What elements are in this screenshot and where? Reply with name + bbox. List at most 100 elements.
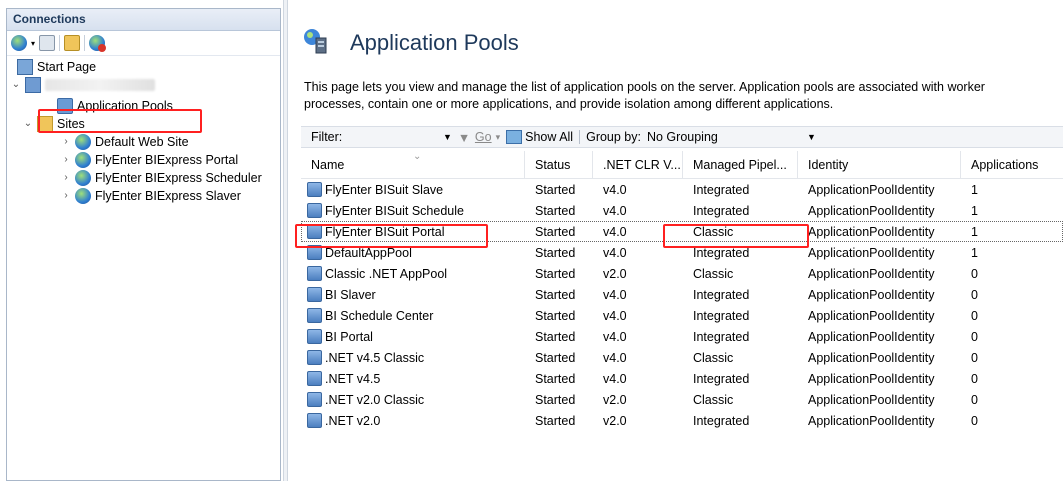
up-folder-icon[interactable] [64,35,81,51]
cell-name: Classic .NET AppPool [301,266,525,281]
group-by-select[interactable]: No Grouping [647,130,807,144]
table-body: FlyEnter BISuit Slave Started v4.0 Integrat… [301,179,1063,431]
column-header-pipeline[interactable]: Managed Pipel... [683,151,798,178]
cell-identity: ApplicationPoolIdentity [808,245,935,260]
application-pools-title-icon [304,29,327,54]
site-globe-icon [75,170,91,186]
tree-application-pools[interactable]: Application Pools [57,97,173,115]
connect-globe-icon[interactable] [11,35,27,51]
cell-status: Started [535,224,576,239]
funnel-icon: ▼ [457,131,471,145]
collapse-chevron-icon[interactable]: ⌄ [23,115,33,133]
group-by-label: Group by: [586,130,641,144]
cell-clr-version: v2.0 [603,266,627,281]
table-row[interactable]: BI Portal Started v4.0 Integrated Applicatio… [301,326,1063,347]
table-row[interactable]: .NET v2.0 Started v2.0 Integrated Applicatio… [301,410,1063,431]
start-page-label: Start Page [37,60,97,74]
tree-site-item[interactable]: › FlyEnter BIExpress Portal [61,151,238,169]
table-row[interactable]: BI Slaver Started v4.0 Integrated Applicatio… [301,284,1063,305]
tree-sites[interactable]: ⌄ Sites [23,115,85,133]
group-by-dropdown-icon[interactable]: ▼ [807,132,816,142]
app-pool-name: Classic .NET AppPool [325,266,448,281]
toolbar-separator [59,35,61,51]
filter-dropdown-icon[interactable]: ▼ [443,132,452,142]
cell-status: Started [535,308,576,323]
cell-pipeline: Classic [693,266,734,281]
cell-status: Started [535,392,576,407]
cell-name: BI Slaver [301,287,525,302]
cell-name: .NET v4.5 [301,371,525,386]
page-title: Application Pools [350,30,519,55]
tree-site-item[interactable]: › FlyEnter BIExpress Scheduler [61,169,262,187]
cell-clr-version: v4.0 [603,329,627,344]
tree-site-item[interactable]: › Default Web Site [61,133,189,151]
cell-applications: 1 [971,182,978,197]
connections-panel: Connections ▾ Start Page ⌄ Application P… [6,8,281,481]
cell-applications: 0 [971,329,978,344]
tree-server-node[interactable]: ⌄ [11,76,155,94]
toolbar-separator [84,35,86,51]
column-header-name[interactable]: Name ⌄ [301,151,525,178]
server-name-redacted [45,79,155,91]
cell-name: BI Portal [301,329,525,344]
column-header-identity[interactable]: Identity [798,151,961,178]
table-row[interactable]: Classic .NET AppPool Started v2.0 Classic Ap… [301,263,1063,284]
disconnect-icon[interactable] [89,35,107,52]
application-pools-icon [57,98,73,114]
site-globe-icon [75,152,91,168]
go-dropdown-icon[interactable]: ▾ [496,132,501,143]
table-row[interactable]: .NET v4.5 Classic Started v4.0 Classic Appli… [301,347,1063,368]
table-row[interactable]: FlyEnter BISuit Schedule Started v4.0 Integ… [301,200,1063,221]
column-header-status[interactable]: Status [525,151,593,178]
column-header-applications[interactable]: Applications [961,151,1063,178]
cell-name: FlyEnter BISuit Schedule [301,203,525,218]
cell-status: Started [535,203,576,218]
tree-site-item[interactable]: › FlyEnter BIExpress Slaver [61,187,241,205]
cell-pipeline: Integrated [693,308,750,323]
site-label: FlyEnter BIExpress Scheduler [95,171,262,185]
table-row[interactable]: FlyEnter BISuit Portal Started v4.0 Classic… [301,221,1063,242]
cell-identity: ApplicationPoolIdentity [808,371,935,386]
cell-status: Started [535,266,576,281]
table-row[interactable]: DefaultAppPool Started v4.0 Integrated Appli… [301,242,1063,263]
cell-applications: 0 [971,413,978,428]
app-pool-icon [307,287,322,302]
cell-pipeline: Integrated [693,371,750,386]
app-pool-icon [307,371,322,386]
table-row[interactable]: FlyEnter BISuit Slave Started v4.0 Integrat… [301,179,1063,200]
table-row[interactable]: .NET v4.5 Started v4.0 Integrated Applicatio… [301,368,1063,389]
cell-applications: 0 [971,287,978,302]
cell-name: FlyEnter BISuit Portal [301,224,525,239]
app-pool-name: .NET v4.5 [325,371,381,386]
cell-status: Started [535,329,576,344]
cell-applications: 0 [971,308,978,323]
cell-status: Started [535,413,576,428]
cell-clr-version: v4.0 [603,287,627,302]
column-header-clr-version[interactable]: .NET CLR V... [593,151,683,178]
table-row[interactable]: BI Schedule Center Started v4.0 Integrated A… [301,305,1063,326]
cell-clr-version: v2.0 [603,413,627,428]
app-pool-icon [307,245,322,260]
cell-name: .NET v4.5 Classic [301,350,525,365]
sites-label: Sites [57,117,85,131]
cell-pipeline: Integrated [693,245,750,260]
sites-folder-icon [37,116,53,132]
cell-pipeline: Classic [693,350,734,365]
app-pool-icon [307,308,322,323]
expand-chevron-icon[interactable]: › [61,187,71,205]
filter-separator [579,130,581,144]
save-icon[interactable] [39,35,56,51]
table-row[interactable]: .NET v2.0 Classic Started v2.0 Classic Appli… [301,389,1063,410]
expand-chevron-icon[interactable]: › [61,133,71,151]
go-button[interactable]: Go [475,130,492,144]
expand-chevron-icon[interactable]: › [61,151,71,169]
dropdown-arrow-icon[interactable]: ▾ [31,39,35,48]
expand-chevron-icon[interactable]: › [61,169,71,187]
cell-status: Started [535,287,576,302]
tree-start-page[interactable]: Start Page [17,58,96,76]
app-pool-name: FlyEnter BISuit Portal [325,224,445,239]
connections-title: Connections [7,9,280,31]
show-all-button[interactable]: Show All [525,130,573,144]
collapse-chevron-icon[interactable]: ⌄ [11,76,21,94]
cell-identity: ApplicationPoolIdentity [808,224,935,239]
